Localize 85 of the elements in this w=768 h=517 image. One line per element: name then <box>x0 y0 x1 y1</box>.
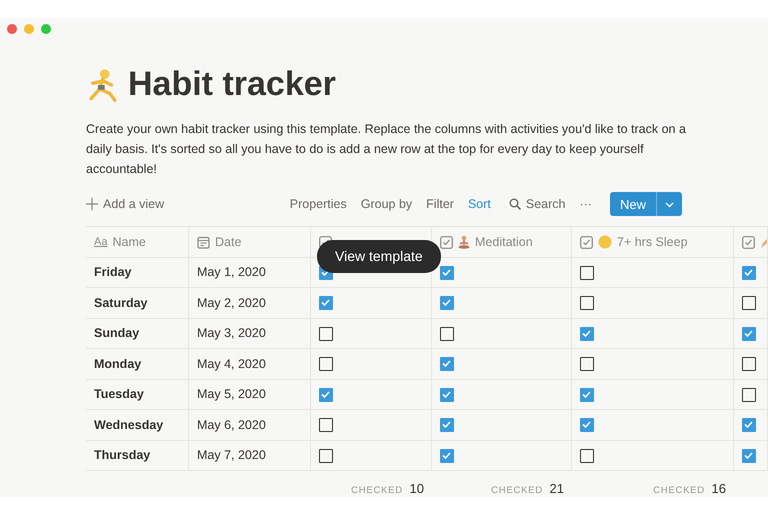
checkbox[interactable] <box>742 418 756 432</box>
checkbox[interactable] <box>580 326 594 341</box>
day-name: Wednesday <box>94 416 164 434</box>
checkbox[interactable] <box>440 418 454 432</box>
search-icon <box>508 198 521 210</box>
checkbox[interactable] <box>440 266 454 280</box>
checkmark-icon <box>743 328 754 339</box>
checkbox[interactable] <box>742 448 756 463</box>
day-name: Saturday <box>94 294 148 312</box>
page-description: Create your own habit tracker using this template. Replace the columns with activities you'd like to track on a daily basis. It's sorted so all you have to do is add a new row at the top for every day to keep yourself accountable! <box>86 121 687 178</box>
checkbox[interactable] <box>319 388 333 402</box>
date-text: May 2, 2020 <box>197 294 266 312</box>
toolbar-action[interactable]: Group by <box>356 195 416 214</box>
day-name: Thursday <box>94 447 150 464</box>
day-name: Sunday <box>94 325 140 342</box>
day-name: Friday <box>94 264 132 282</box>
checkbox[interactable] <box>319 357 333 372</box>
checkbox[interactable] <box>440 448 454 463</box>
date-text: May 3, 2020 <box>197 325 266 342</box>
column-label: 7+ hrs Sleep <box>617 234 688 251</box>
add-view-button[interactable]: Add a view <box>82 195 168 214</box>
checkbox[interactable] <box>580 388 594 402</box>
more-button[interactable]: ··· <box>575 195 596 214</box>
checkmark-icon <box>441 297 452 308</box>
date-text: May 1, 2020 <box>197 264 266 282</box>
page-title: Habit tracker <box>128 66 336 104</box>
checkmark-icon <box>320 297 331 308</box>
column-label: Name <box>112 234 146 251</box>
checkbox[interactable] <box>742 266 756 280</box>
toolbar-action[interactable]: Filter <box>422 195 458 214</box>
checkbox[interactable] <box>580 357 594 372</box>
checkmark-icon <box>441 388 452 400</box>
column-label: Meditation <box>475 234 533 251</box>
caret-icon <box>665 202 674 208</box>
checked-count: CHECKED 10 <box>351 480 424 496</box>
checkbox[interactable] <box>440 326 454 341</box>
checkmark-icon <box>743 419 754 430</box>
checkbox[interactable] <box>580 296 594 310</box>
checkmark-icon <box>441 358 452 370</box>
checked-count: CHECKED 21 <box>491 480 564 496</box>
checkbox[interactable] <box>580 266 594 280</box>
search-button[interactable]: Search <box>504 195 570 214</box>
meditating-figure-icon <box>458 235 470 250</box>
checkbox[interactable] <box>319 448 333 463</box>
checkmark-icon <box>743 266 754 278</box>
tooltip: View template <box>317 240 441 273</box>
checkmark-icon <box>743 450 754 461</box>
date-text: May 7, 2020 <box>197 447 266 464</box>
date-text: May 6, 2020 <box>197 416 266 434</box>
checkbox[interactable] <box>319 296 333 310</box>
day-name: Tuesday <box>94 386 144 404</box>
toolbar-action[interactable]: Properties <box>286 195 351 214</box>
checkbox[interactable] <box>440 388 454 402</box>
checkbox[interactable] <box>319 326 333 341</box>
checkbox[interactable] <box>440 357 454 372</box>
checkbox[interactable] <box>742 326 756 341</box>
day-name: Monday <box>94 356 142 373</box>
checkbox[interactable] <box>742 357 756 372</box>
checkbox[interactable] <box>580 448 594 463</box>
date-text: May 4, 2020 <box>197 356 266 373</box>
close-light-icon[interactable] <box>7 24 17 34</box>
checkmark-icon <box>441 450 452 461</box>
checkmark-icon <box>441 266 452 278</box>
checkbox-icon <box>580 236 593 249</box>
checkbox-icon <box>440 236 453 249</box>
date-text: May 5, 2020 <box>197 386 266 404</box>
calendar-icon <box>197 236 210 249</box>
text-type-icon: Aa <box>94 234 108 250</box>
checkbox-icon <box>742 236 755 249</box>
checkbox[interactable] <box>742 296 756 310</box>
minimize-light-icon[interactable] <box>24 24 34 34</box>
checkmark-icon <box>581 328 592 339</box>
checkmark-icon <box>441 419 452 430</box>
plus-icon <box>86 198 98 210</box>
checkbox[interactable] <box>440 296 454 310</box>
toolbar-action[interactable]: Sort <box>464 195 495 214</box>
checkbox[interactable] <box>319 418 333 432</box>
checkmark-icon <box>581 388 592 400</box>
zoom-light-icon[interactable] <box>41 24 51 34</box>
checkmark-icon <box>581 419 592 430</box>
checkmark-icon <box>320 388 331 400</box>
checked-count: CHECKED 16 <box>653 480 726 496</box>
checkbox[interactable] <box>742 388 756 402</box>
checkbox[interactable] <box>580 418 594 432</box>
column-label: Date <box>215 234 242 251</box>
